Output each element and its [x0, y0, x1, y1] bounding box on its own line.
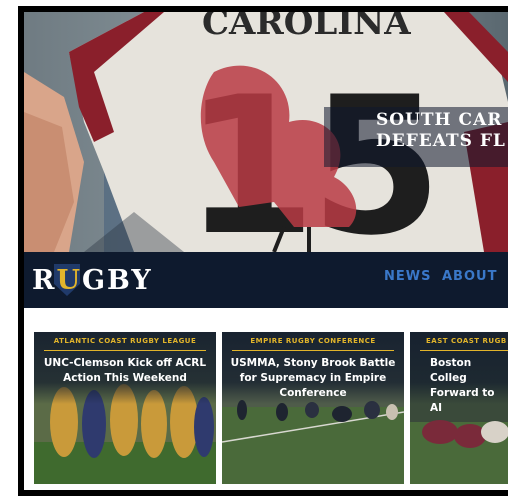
site-header: RUGBY NEWS ABOUT	[24, 252, 508, 308]
rugby-logo[interactable]: RUGBY	[32, 264, 153, 296]
hero-headline[interactable]: SOUTH CAR DEFEATS FL	[376, 110, 506, 152]
news-card[interactable]: EMPIRE RUGBY CONFERENCE USMMA, Stony Bro…	[222, 332, 404, 484]
card-divider	[44, 350, 206, 351]
news-cards: ATLANTIC COAST RUGBY LEAGUE UNC-Clemson …	[24, 308, 508, 490]
headline-line-2: DEFEATS FL	[376, 131, 506, 151]
page: CAROLINA 15 SOUTH CAR DEFEATS FL RUGBY N…	[0, 0, 508, 496]
hero-banner[interactable]: CAROLINA 15 SOUTH CAR DEFEATS FL	[24, 12, 508, 252]
headline-line-1: SOUTH CAR	[376, 110, 503, 130]
card-league: EMPIRE RUGBY CONFERENCE	[250, 337, 376, 345]
logo-letters-rest: GBY	[82, 265, 153, 296]
logo-letter-r: R	[32, 265, 57, 296]
news-card[interactable]: EAST COAST RUGB Boston Colleg Forward to…	[410, 332, 508, 484]
card-title[interactable]: USMMA, Stony Brook Battle for Supremacy …	[226, 356, 400, 401]
site-viewport: CAROLINA 15 SOUTH CAR DEFEATS FL RUGBY N…	[24, 12, 508, 490]
nav-about-link[interactable]: ABOUT	[442, 269, 497, 284]
nav-news-link[interactable]: NEWS	[384, 269, 431, 284]
card-league: ATLANTIC COAST RUGBY LEAGUE	[53, 337, 197, 345]
card-title[interactable]: UNC-Clemson Kick off ACRL Action This We…	[38, 356, 212, 386]
jersey-text: CAROLINA	[202, 12, 411, 43]
news-card[interactable]: ATLANTIC COAST RUGBY LEAGUE UNC-Clemson …	[34, 332, 216, 484]
card-title[interactable]: Boston Colleg Forward to AI	[430, 356, 508, 416]
logo-wordmark: RUGBY	[32, 266, 153, 296]
logo-letter-u: U	[56, 265, 82, 296]
card-league: EAST COAST RUGB	[426, 337, 507, 345]
card-divider	[232, 350, 394, 351]
card-divider	[420, 350, 508, 351]
